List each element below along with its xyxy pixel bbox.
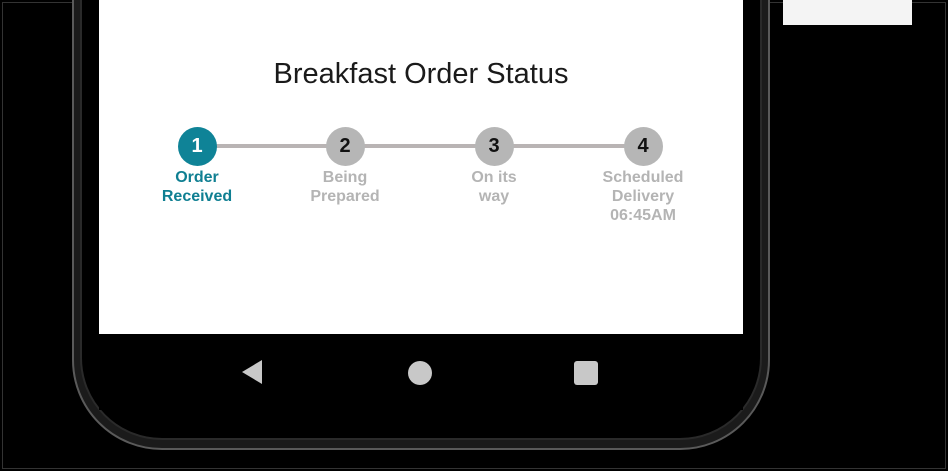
step-label: Being Prepared — [290, 168, 400, 206]
step-label-line: Delivery — [611, 188, 675, 205]
page-title: Breakfast Order Status — [273, 58, 569, 90]
step-label: Order Received — [142, 168, 252, 206]
step-label-line: Received — [161, 188, 233, 205]
step-scheduled-delivery: 4 Scheduled Delivery 06:45AM — [588, 127, 698, 225]
step-being-prepared: 2 Being Prepared — [290, 127, 400, 206]
step-label-line: On its — [471, 169, 517, 186]
step-number-circle: 2 — [325, 127, 365, 166]
phone-screen: Breakfast Order Status 1 Order Received … — [99, 0, 743, 334]
step-label-line: Order — [175, 169, 219, 186]
stage: Breakfast Order Status 1 Order Received … — [0, 0, 948, 471]
step-number-circle: 3 — [474, 127, 514, 166]
recent-square-icon[interactable] — [574, 361, 598, 385]
back-triangle-icon[interactable] — [242, 360, 262, 384]
step-label-line: Being — [322, 169, 368, 186]
step-label: On its way — [439, 168, 549, 206]
step-number-circle: 1 — [177, 127, 217, 166]
progress-track — [198, 144, 644, 148]
home-circle-icon[interactable] — [408, 361, 432, 385]
delivery-time: 06:45AM — [610, 207, 676, 224]
android-navigation-bar — [99, 334, 743, 410]
step-label-line: Prepared — [310, 188, 380, 205]
step-label-line: Scheduled — [602, 169, 684, 186]
step-order-received: 1 Order Received — [142, 127, 252, 206]
step-label-line: way — [478, 188, 510, 205]
step-number-circle: 4 — [623, 127, 663, 166]
step-on-its-way: 3 On its way — [439, 127, 549, 206]
side-panel-fragment — [783, 0, 912, 25]
step-label: Scheduled Delivery 06:45AM — [588, 168, 698, 225]
